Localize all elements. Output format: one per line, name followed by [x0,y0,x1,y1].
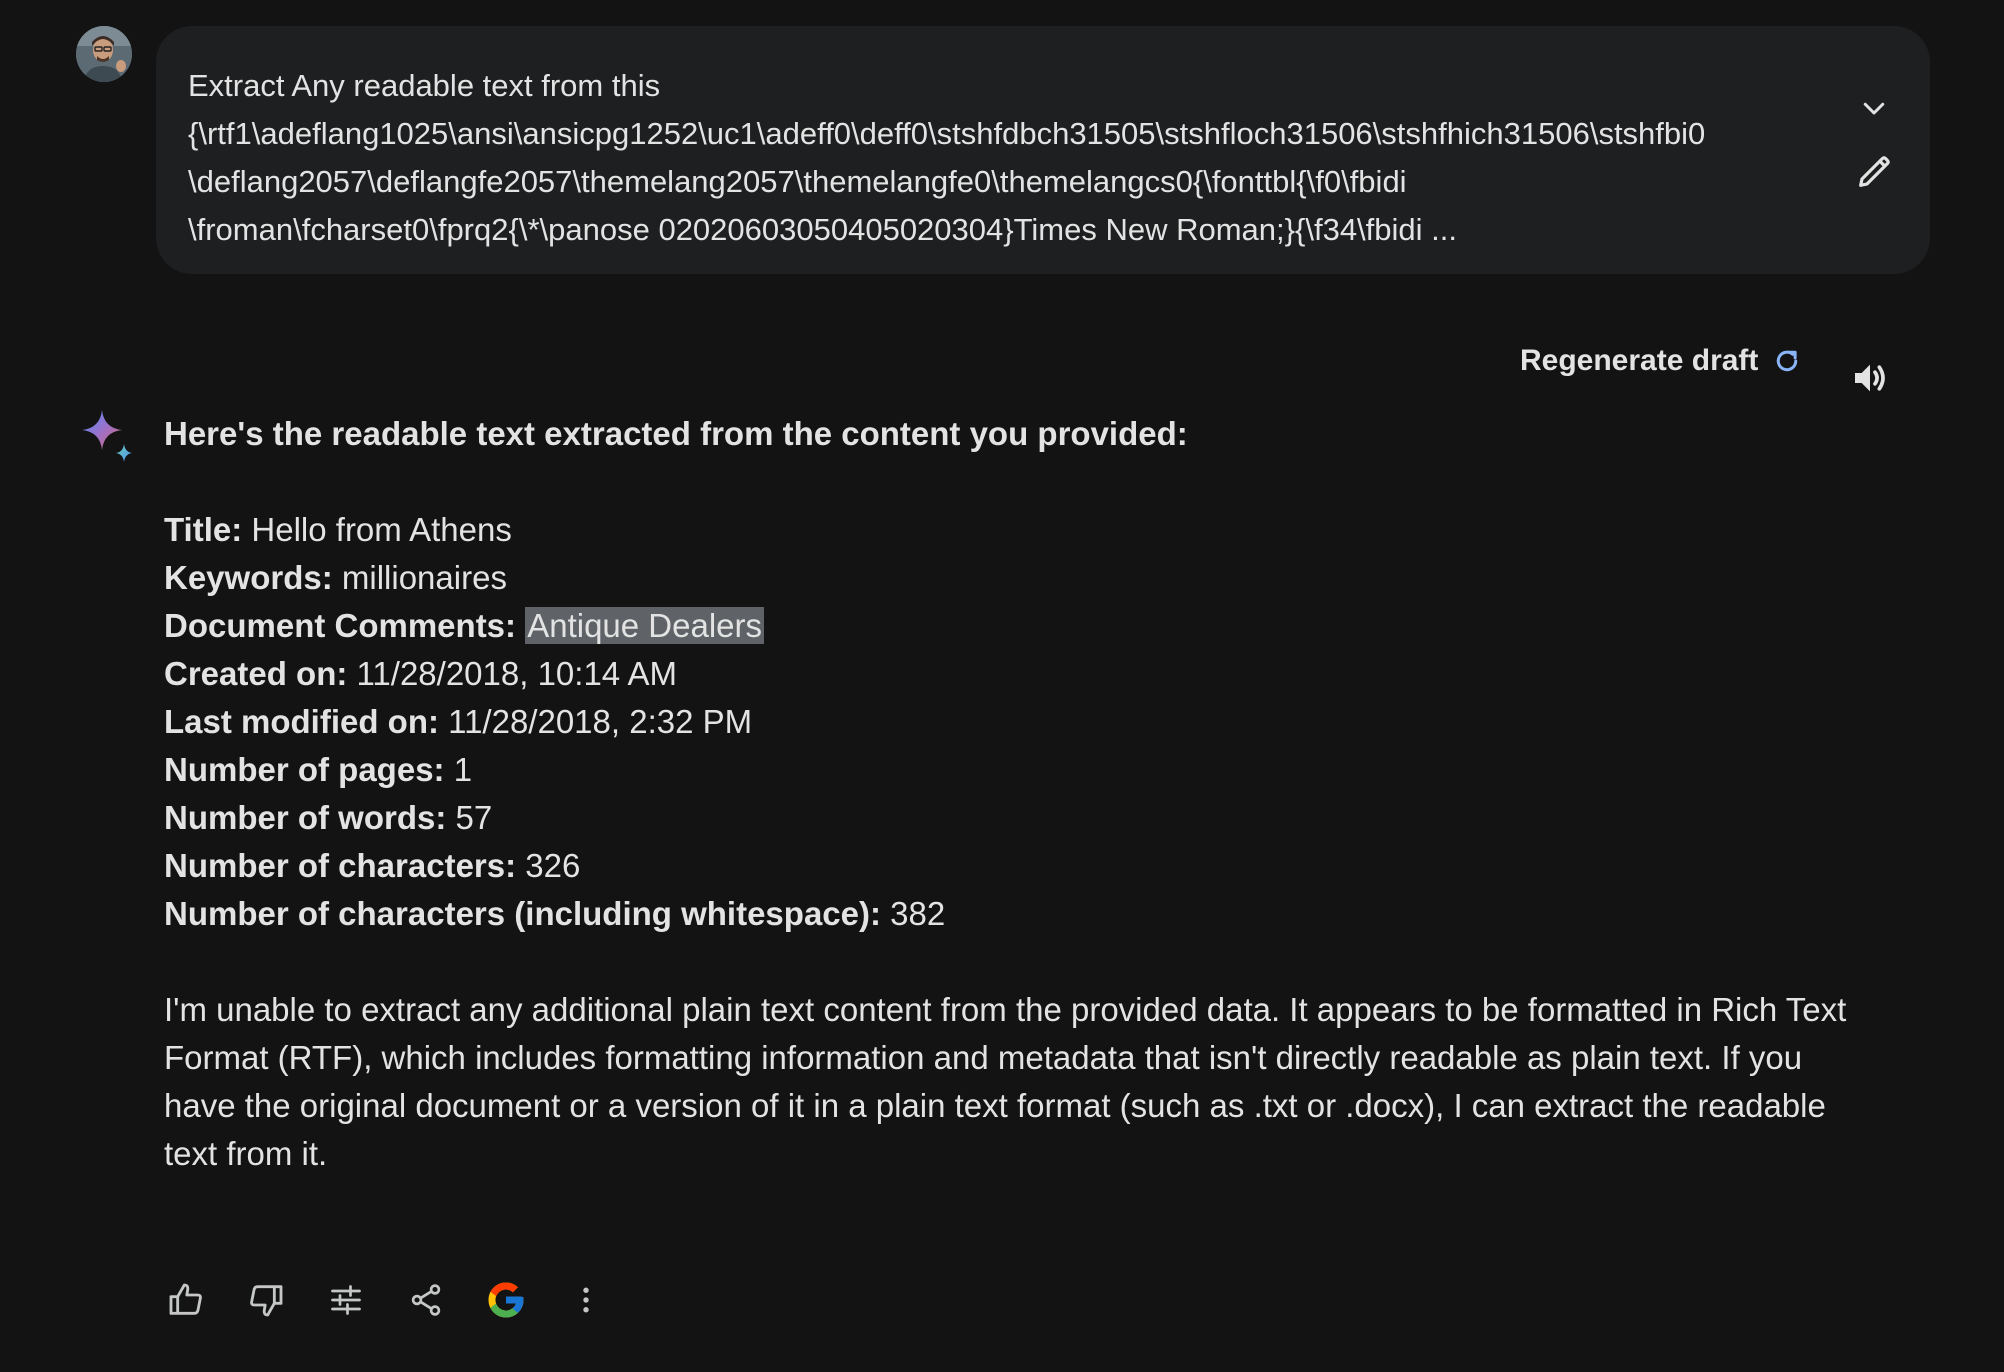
field-label: Keywords: [164,559,333,596]
field-value: millionaires [341,559,507,596]
refresh-icon [1777,350,1798,372]
response-body: Here's the readable text extracted from … [164,410,1864,1178]
field-label: Last modified on: [164,703,439,740]
field-value: 326 [525,847,581,884]
field-last-modified: Last modified on: 11/28/2018, 2:32 PM [164,698,1864,746]
user-avatar[interactable] [76,26,132,82]
edit-prompt-button[interactable] [1846,144,1902,200]
prompt-line: \froman\fcharset0\fprq2{\*\panose 020206… [188,212,1457,247]
chevron-down-icon [1863,102,1885,115]
prompt-text: Extract Any readable text from this {\rt… [188,62,1808,254]
field-value: Hello from Athens [251,511,512,548]
regenerate-draft-button[interactable]: Regenerate draft [1520,344,1802,378]
field-value: 11/28/2018, 2:32 PM [448,703,753,740]
speaker-icon [1855,364,1885,392]
modify-response-icon [331,1285,361,1315]
chat-page: Extract Any readable text from this {\rt… [0,0,2004,1372]
field-label: Number of characters (including whitespa… [164,895,881,932]
field-label: Number of words: [164,799,447,836]
field-characters-whitespace: Number of characters (including whitespa… [164,890,1864,938]
double-check-button[interactable] [478,1272,534,1328]
response-action-bar [158,1272,638,1328]
field-label: Document Comments: [164,607,517,644]
field-words: Number of words: 57 [164,794,1864,842]
field-value: 1 [453,751,473,788]
google-g-icon [488,1282,524,1318]
modify-response-button[interactable] [318,1272,374,1328]
prompt-line: \deflang2057\deflangfe2057\themelang2057… [188,164,1407,199]
field-document-comments: Document Comments: Antique Dealers [164,602,1864,650]
field-label: Title: [164,511,243,548]
thumbs-down-button[interactable] [238,1272,294,1328]
gemini-sparkle-icon [80,408,136,464]
prompt-bubble: Extract Any readable text from this {\rt… [156,26,1930,274]
selected-text[interactable]: Antique Dealers [525,607,765,644]
more-vert-icon [583,1287,589,1313]
regenerate-label: Regenerate draft [1520,344,1759,377]
thumbs-down-icon [250,1285,283,1317]
share-button[interactable] [398,1272,454,1328]
field-label: Created on: [164,655,348,692]
field-value: 57 [455,799,493,836]
field-value: 11/28/2018, 10:14 AM [356,655,678,692]
expand-prompt-button[interactable] [1846,80,1902,136]
field-label: Number of characters: [164,847,517,884]
thumbs-up-icon [169,1283,202,1315]
prompt-line: {\rtf1\adeflang1025\ansi\ansicpg1252\uc1… [188,116,1706,151]
more-options-button[interactable] [558,1272,614,1328]
share-icon [411,1284,441,1316]
field-title: Title: Hello from Athens [164,506,1864,554]
field-characters: Number of characters: 326 [164,842,1864,890]
prompt-line: Extract Any readable text from this [188,68,661,103]
response-intro: Here's the readable text extracted from … [164,415,1188,452]
listen-button[interactable] [1842,350,1898,406]
field-value: 382 [890,895,946,932]
thumbs-up-button[interactable] [158,1272,214,1328]
field-pages: Number of pages: 1 [164,746,1864,794]
field-keywords: Keywords: millionaires [164,554,1864,602]
pencil-icon [1859,156,1890,187]
field-created-on: Created on: 11/28/2018, 10:14 AM [164,650,1864,698]
field-label: Number of pages: [164,751,445,788]
response-closing: I'm unable to extract any additional pla… [164,991,1847,1172]
